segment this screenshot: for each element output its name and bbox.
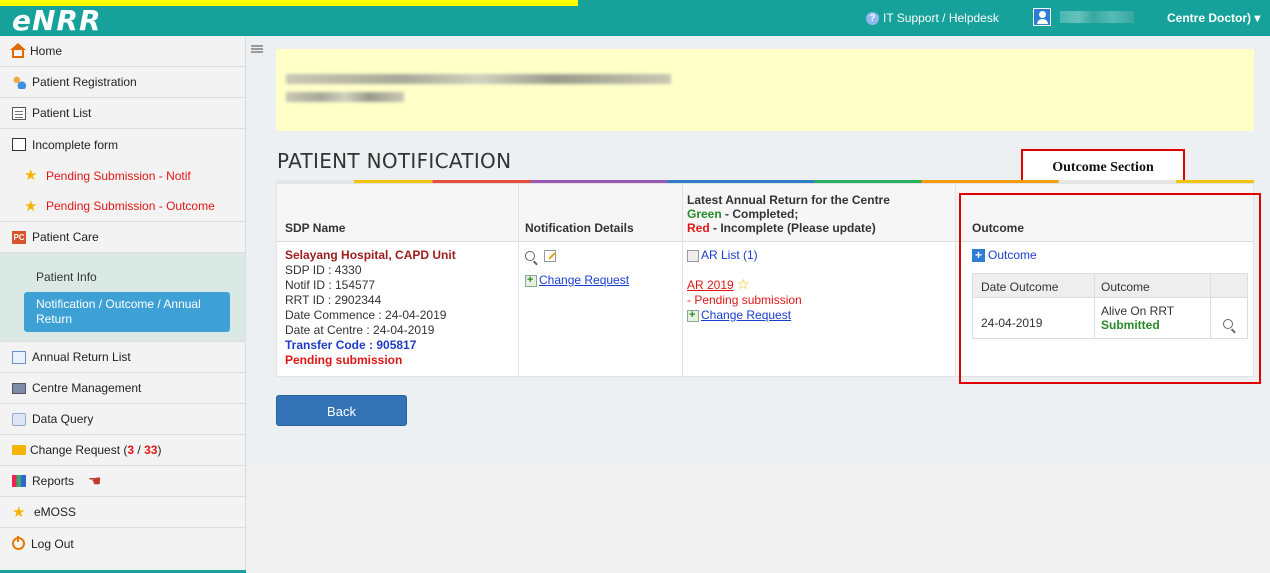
helpdesk-link[interactable]: ? IT Support / Helpdesk <box>866 11 999 25</box>
document-icon <box>12 350 26 364</box>
list-icon <box>12 106 26 120</box>
monitor-icon <box>12 382 26 394</box>
user-menu[interactable]: Centre Doctor) ▾ <box>1167 11 1260 25</box>
app-logo[interactable]: eNRR <box>12 4 102 37</box>
ar-legend-green-text: - Completed; <box>721 207 799 221</box>
sidebar-item-annual-return-list[interactable]: Annual Return List <box>0 342 245 373</box>
change-request-sep: / <box>134 443 145 457</box>
query-icon <box>12 412 26 426</box>
change-request-link[interactable]: Change Request <box>539 273 629 287</box>
top-bar: eNRR ? IT Support / Helpdesk Centre Doct… <box>0 0 1270 37</box>
sdp-id: SDP ID : 4330 <box>285 263 362 277</box>
hospital-name: Selayang Hospital, CAPD Unit <box>285 248 456 262</box>
notif-id: Notif ID : 154577 <box>285 278 376 292</box>
sidebar-item-pending-outcome[interactable]: ★ Pending Submission - Outcome <box>0 191 245 222</box>
ar-list-link[interactable]: AR List (1) <box>687 248 802 263</box>
sdp-cell: Selayang Hospital, CAPD Unit SDP ID : 43… <box>285 248 456 368</box>
sidebar-item-label: Change Request ( <box>30 443 128 457</box>
ar-change-request-link[interactable]: Change Request <box>701 308 791 322</box>
ar-legend-red-text: - Incomplete (Please update) <box>709 221 876 235</box>
people-icon <box>12 75 26 89</box>
sidebar-item-label: Annual Return List <box>32 350 131 364</box>
view-notification-icon[interactable] <box>525 250 535 261</box>
annual-return-cell: AR List (1) AR 2019 ☆ - Pending submissi… <box>687 248 802 323</box>
sidebar-item-patient-info[interactable]: Patient Info <box>24 261 229 292</box>
pc-icon: PC <box>12 230 26 244</box>
help-icon: ? <box>866 11 879 25</box>
sidebar-item-label: Home <box>30 44 63 58</box>
user-icon[interactable] <box>1033 8 1051 26</box>
sidebar-item-notification-outcome[interactable]: Notification / Outcome / Annual Return <box>24 292 230 332</box>
notification-status: Pending submission <box>285 353 403 367</box>
sidebar-item-label: Patient List <box>32 106 92 120</box>
chevron-down-icon: ▾ <box>1254 11 1261 25</box>
notification-details-cell: Change Request <box>525 248 629 288</box>
ar-year-link[interactable]: AR 2019 <box>687 278 734 292</box>
ar-legend-green: Green <box>687 207 722 221</box>
star-icon: ☆ <box>737 276 750 292</box>
rrt-id: RRT ID : 2902344 <box>285 293 382 307</box>
sidebar-item-patient-care[interactable]: PC Patient Care <box>0 222 245 253</box>
sidebar: Home Patient Registration Patient List I… <box>0 36 246 573</box>
star-icon: ★ <box>24 167 38 184</box>
sidebar-item-centre-management[interactable]: Centre Management <box>0 373 245 404</box>
outcome-section-highlight <box>959 193 1261 384</box>
change-request-count-b: 33 <box>144 443 158 457</box>
sidebar-item-patient-list[interactable]: Patient List <box>0 98 245 129</box>
ar-list-label: AR List (1) <box>701 248 758 262</box>
power-icon <box>12 536 25 550</box>
sidebar-toggle-icon[interactable] <box>251 45 263 53</box>
pointing-hand-icon: ☚ <box>88 473 102 490</box>
user-role: Centre Doctor) <box>1167 11 1252 25</box>
sidebar-item-label: Centre Management <box>32 381 142 395</box>
sidebar-item-pending-notif[interactable]: ★ Pending Submission - Notif <box>0 160 245 191</box>
sidebar-item-label: eMOSS <box>34 505 77 519</box>
column-header-sdp: SDP Name <box>285 221 346 235</box>
sidebar-item-label: Data Query <box>32 412 94 426</box>
sidebar-item-emoss[interactable]: ★ eMOSS <box>0 497 245 528</box>
sidebar-item-change-request[interactable]: Change Request (3 / 33) <box>0 435 245 466</box>
sidebar-item-reports[interactable]: Reports ☚ <box>0 466 245 497</box>
sidebar-item-label: Patient Care <box>32 230 99 244</box>
change-request-close: ) <box>157 443 162 457</box>
patient-care-submenu: Patient Info Notification / Outcome / An… <box>0 253 245 342</box>
column-header-notification: Notification Details <box>525 221 634 235</box>
star-icon: ★ <box>24 197 38 215</box>
form-icon <box>12 138 26 151</box>
transfer-code: Transfer Code : 905817 <box>285 338 417 352</box>
star-icon: ★ <box>12 503 26 521</box>
mail-icon <box>12 445 26 455</box>
sidebar-item-patient-registration[interactable]: Patient Registration <box>0 67 245 98</box>
sidebar-item-label: Log Out <box>31 536 74 551</box>
column-header-annual-return: Latest Annual Return for the Centre Gree… <box>687 193 890 235</box>
back-button[interactable]: Back <box>276 395 407 426</box>
sidebar-item-label: Patient Registration <box>32 75 137 89</box>
change-request-icon <box>687 308 699 323</box>
sidebar-item-label: Reports <box>32 474 75 488</box>
sidebar-item-label: Pending Submission - Notif <box>46 168 191 183</box>
sidebar-item-logout[interactable]: Log Out <box>0 528 245 559</box>
user-name-redacted <box>1060 11 1134 23</box>
page-title: PATIENT NOTIFICATION <box>277 149 512 173</box>
sidebar-item-home[interactable]: Home <box>0 36 245 67</box>
sidebar-item-label: Incomplete form <box>32 137 119 152</box>
change-request-icon <box>525 273 537 288</box>
patient-banner-redacted <box>276 49 1254 131</box>
reports-icon <box>12 475 26 487</box>
sidebar-item-incomplete-form[interactable]: Incomplete form <box>0 129 245 160</box>
date-at-centre: Date at Centre : 24-04-2019 <box>285 323 435 337</box>
ar-status: - Pending submission <box>687 293 802 307</box>
date-commence: Date Commence : 24-04-2019 <box>285 308 447 322</box>
sidebar-item-label: Pending Submission - Outcome <box>46 199 215 213</box>
edit-notification-icon[interactable] <box>544 249 557 262</box>
list-icon <box>687 249 699 262</box>
helpdesk-label: IT Support / Helpdesk <box>883 11 999 25</box>
sidebar-item-data-query[interactable]: Data Query <box>0 404 245 435</box>
home-icon <box>10 42 26 58</box>
ar-legend-red: Red <box>687 221 710 235</box>
change-request-count-a: 3 <box>127 443 135 457</box>
ar-header-line1: Latest Annual Return for the Centre <box>687 193 890 207</box>
